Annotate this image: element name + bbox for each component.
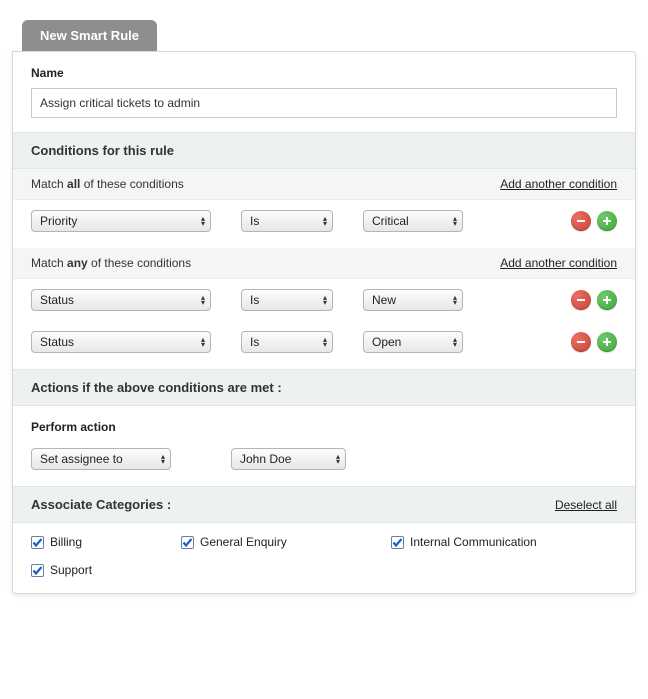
add-condition-button[interactable] — [597, 332, 617, 352]
category-item[interactable]: Billing — [31, 535, 171, 549]
match-all-emph: all — [67, 177, 80, 191]
rule-panel: Name Conditions for this rule Match all … — [12, 51, 636, 594]
tab-new-smart-rule[interactable]: New Smart Rule — [22, 20, 157, 51]
add-condition-button[interactable] — [597, 290, 617, 310]
condition-row: Status▴▾ Is▴▾ New▴▾ — [13, 279, 635, 321]
perform-action-label: Perform action — [31, 420, 617, 434]
category-item[interactable]: Internal Communication — [391, 535, 591, 549]
condition-value-select[interactable]: Critical — [363, 210, 463, 232]
checkbox-icon[interactable] — [181, 536, 194, 549]
condition-row: Status▴▾ Is▴▾ Open▴▾ — [13, 321, 635, 363]
name-label: Name — [31, 66, 617, 80]
condition-value-select[interactable]: New — [363, 289, 463, 311]
match-all-header: Match all of these conditions Add anothe… — [13, 169, 635, 200]
match-any-suffix: of these conditions — [88, 256, 191, 270]
deselect-all-link[interactable]: Deselect all — [555, 498, 617, 512]
remove-condition-button[interactable] — [571, 332, 591, 352]
add-condition-any[interactable]: Add another condition — [500, 256, 617, 270]
add-condition-all[interactable]: Add another condition — [500, 177, 617, 191]
associate-header-label: Associate Categories : — [31, 497, 171, 512]
conditions-header: Conditions for this rule — [13, 132, 635, 169]
action-type-select[interactable]: Set assignee to — [31, 448, 171, 470]
add-condition-button[interactable] — [597, 211, 617, 231]
match-any-header: Match any of these conditions Add anothe… — [13, 248, 635, 279]
condition-op-select[interactable]: Is — [241, 210, 333, 232]
category-label: Billing — [50, 535, 82, 549]
condition-op-select[interactable]: Is — [241, 289, 333, 311]
match-all-prefix: Match — [31, 177, 67, 191]
condition-row: Priority▴▾ Is▴▾ Critical▴▾ — [13, 200, 635, 242]
condition-field-select[interactable]: Status — [31, 289, 211, 311]
remove-condition-button[interactable] — [571, 211, 591, 231]
category-item[interactable]: Support — [31, 563, 171, 577]
action-target-select[interactable]: John Doe — [231, 448, 346, 470]
condition-field-select[interactable]: Status — [31, 331, 211, 353]
checkbox-icon[interactable] — [391, 536, 404, 549]
actions-header: Actions if the above conditions are met … — [13, 369, 635, 406]
category-label: Internal Communication — [410, 535, 537, 549]
condition-op-select[interactable]: Is — [241, 331, 333, 353]
match-any-prefix: Match — [31, 256, 67, 270]
condition-field-select[interactable]: Priority — [31, 210, 211, 232]
category-label: General Enquiry — [200, 535, 287, 549]
remove-condition-button[interactable] — [571, 290, 591, 310]
match-any-emph: any — [67, 256, 88, 270]
category-label: Support — [50, 563, 92, 577]
associate-header: Associate Categories : Deselect all — [13, 486, 635, 523]
name-input[interactable] — [31, 88, 617, 118]
category-item[interactable]: General Enquiry — [181, 535, 381, 549]
match-all-suffix: of these conditions — [80, 177, 183, 191]
checkbox-icon[interactable] — [31, 564, 44, 577]
checkbox-icon[interactable] — [31, 536, 44, 549]
condition-value-select[interactable]: Open — [363, 331, 463, 353]
